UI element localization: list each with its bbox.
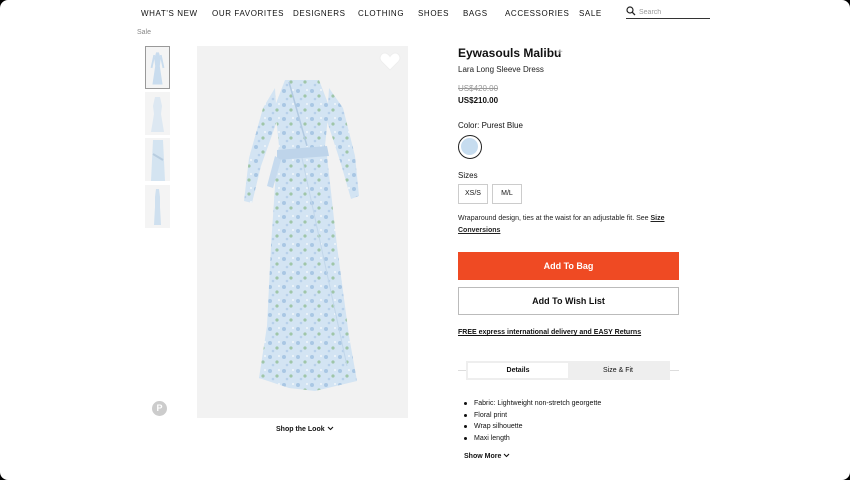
breadcrumb[interactable]: Sale bbox=[137, 29, 151, 36]
list-item: Wrap silhouette bbox=[464, 421, 601, 433]
details-list: Fabric: Lightweight non-stretch georgett… bbox=[464, 398, 601, 444]
product-description: Wraparound design, ties at the waist for… bbox=[458, 213, 678, 237]
show-more-label: Show More bbox=[464, 453, 502, 460]
thumbnail-4[interactable] bbox=[145, 185, 170, 228]
pinterest-icon[interactable]: P bbox=[152, 401, 167, 416]
dress-thumbnail-image bbox=[154, 189, 161, 225]
nav-clothing[interactable]: CLOTHING bbox=[358, 9, 404, 18]
nav-sale[interactable]: SALE bbox=[579, 9, 602, 18]
list-item: Floral print bbox=[464, 410, 601, 422]
dress-thumbnail-image bbox=[150, 52, 165, 85]
top-nav: WHAT'S NEW OUR FAVORITES DESIGNERS CLOTH… bbox=[0, 0, 850, 26]
product-title: Lara Long Sleeve Dress bbox=[458, 65, 544, 74]
nav-accessories[interactable]: ACCESSORIES bbox=[505, 9, 569, 18]
shop-the-look-label: Shop the Look bbox=[276, 426, 325, 433]
add-to-bag-button[interactable]: Add To Bag bbox=[458, 252, 679, 280]
list-item: Maxi length bbox=[464, 433, 601, 445]
size-option-m-l[interactable]: M/L bbox=[492, 184, 522, 204]
swatch-fill bbox=[461, 138, 478, 155]
nav-bags[interactable]: BAGS bbox=[463, 9, 488, 18]
size-option-xs-s[interactable]: XS/S bbox=[458, 184, 488, 204]
original-price: US$420.00 bbox=[458, 84, 499, 93]
sale-price: US$210.00 bbox=[458, 96, 499, 105]
brand-name[interactable]: Eywasouls Malibu bbox=[458, 46, 561, 60]
shop-the-look-button[interactable]: Shop the Look bbox=[276, 426, 334, 433]
sizes-label: Sizes bbox=[458, 171, 478, 180]
description-text: Wraparound design, ties at the waist for… bbox=[458, 215, 651, 222]
dress-thumbnail-image bbox=[151, 97, 164, 132]
search-icon[interactable] bbox=[626, 6, 636, 16]
thumbnail-1[interactable] bbox=[145, 46, 170, 89]
list-item: Fabric: Lightweight non-stretch georgett… bbox=[464, 398, 601, 410]
nav-whats-new[interactable]: WHAT'S NEW bbox=[141, 9, 198, 18]
add-to-wishlist-button[interactable]: Add To Wish List bbox=[458, 287, 679, 315]
dress-thumbnail-image bbox=[151, 140, 165, 181]
heart-icon[interactable] bbox=[379, 52, 401, 72]
tab-details[interactable]: Details bbox=[468, 363, 568, 378]
color-swatch-purest-blue[interactable] bbox=[458, 135, 482, 159]
thumbnail-2[interactable] bbox=[145, 92, 170, 135]
tab-size-fit[interactable]: Size & Fit bbox=[568, 363, 668, 378]
product-main-image[interactable] bbox=[197, 46, 408, 418]
search-input[interactable] bbox=[639, 7, 709, 17]
chevron-down-icon bbox=[327, 426, 333, 431]
search-box[interactable] bbox=[626, 5, 710, 19]
page: WHAT'S NEW OUR FAVORITES DESIGNERS CLOTH… bbox=[0, 0, 850, 480]
nav-designers[interactable]: DESIGNERS bbox=[293, 9, 346, 18]
thumbnail-3[interactable] bbox=[145, 138, 170, 181]
nav-shoes[interactable]: SHOES bbox=[418, 9, 449, 18]
detail-tabs: Details Size & Fit bbox=[466, 361, 670, 380]
color-label: Color: Purest Blue bbox=[458, 121, 523, 130]
follow-brand-icon[interactable]: + bbox=[557, 47, 563, 58]
chevron-down-icon bbox=[503, 453, 510, 458]
dress-image bbox=[244, 80, 359, 391]
nav-our-favorites[interactable]: OUR FAVORITES bbox=[212, 9, 284, 18]
show-more-button[interactable]: Show More bbox=[464, 453, 510, 460]
delivery-returns-link[interactable]: FREE express international delivery and … bbox=[458, 329, 641, 336]
